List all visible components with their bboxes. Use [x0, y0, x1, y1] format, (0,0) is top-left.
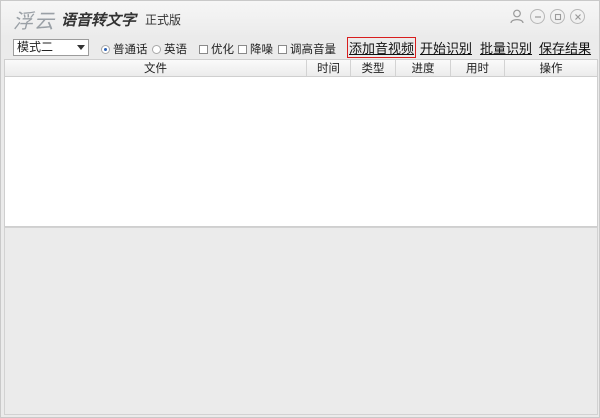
- checkbox-volume-up[interactable]: 调高音量: [278, 41, 336, 57]
- table-header: 文件 时间 类型 进度 用时 操作: [5, 60, 597, 77]
- checkbox-icon[interactable]: [199, 44, 208, 54]
- column-type[interactable]: 类型: [351, 60, 396, 76]
- radio-mandarin[interactable]: 普通话: [101, 41, 148, 57]
- radio-icon[interactable]: [101, 44, 110, 54]
- file-table[interactable]: 文件 时间 类型 进度 用时 操作: [4, 59, 598, 227]
- close-icon[interactable]: [570, 9, 585, 24]
- minimize-icon[interactable]: [530, 9, 545, 24]
- result-panel[interactable]: [4, 227, 598, 415]
- checkbox-denoise[interactable]: 降噪: [238, 41, 273, 57]
- title-bar[interactable]: 浮云 语音转文字 正式版: [1, 1, 599, 35]
- mode-select[interactable]: 模式二: [13, 39, 89, 56]
- save-results-button[interactable]: 保存结果: [539, 38, 591, 57]
- checkbox-optimize[interactable]: 优化: [199, 41, 234, 57]
- column-elapsed[interactable]: 用时: [451, 60, 505, 76]
- radio-english[interactable]: 英语: [152, 41, 187, 57]
- checkbox-label: 优化: [211, 42, 234, 56]
- checkbox-icon[interactable]: [278, 44, 287, 54]
- restore-icon[interactable]: [550, 9, 565, 24]
- batch-recognition-button[interactable]: 批量识别: [480, 38, 532, 57]
- add-media-button[interactable]: 添加音视频: [347, 37, 417, 58]
- column-progress[interactable]: 进度: [396, 60, 451, 76]
- chevron-down-icon: [77, 45, 85, 50]
- radio-label: 英语: [164, 42, 187, 56]
- column-actions[interactable]: 操作: [505, 60, 597, 76]
- column-file[interactable]: 文件: [5, 60, 307, 76]
- checkbox-label: 降噪: [250, 42, 273, 56]
- mode-select-value: 模式二: [17, 40, 54, 54]
- column-time[interactable]: 时间: [307, 60, 351, 76]
- checkbox-label: 调高音量: [290, 42, 336, 56]
- checkbox-icon[interactable]: [238, 44, 247, 54]
- brand-logo: 浮云: [13, 9, 55, 33]
- window-controls: [509, 9, 585, 24]
- start-recognition-button[interactable]: 开始识别: [420, 38, 472, 57]
- edition-label: 正式版: [145, 13, 182, 27]
- app-title: 语音转文字: [61, 11, 137, 29]
- app-window: 浮云 语音转文字 正式版 模式二 普通话 英语 优化 降噪 调高音量 添加音视频…: [0, 0, 600, 418]
- radio-label: 普通话: [113, 42, 148, 56]
- user-icon[interactable]: [509, 9, 525, 24]
- radio-icon[interactable]: [152, 44, 161, 54]
